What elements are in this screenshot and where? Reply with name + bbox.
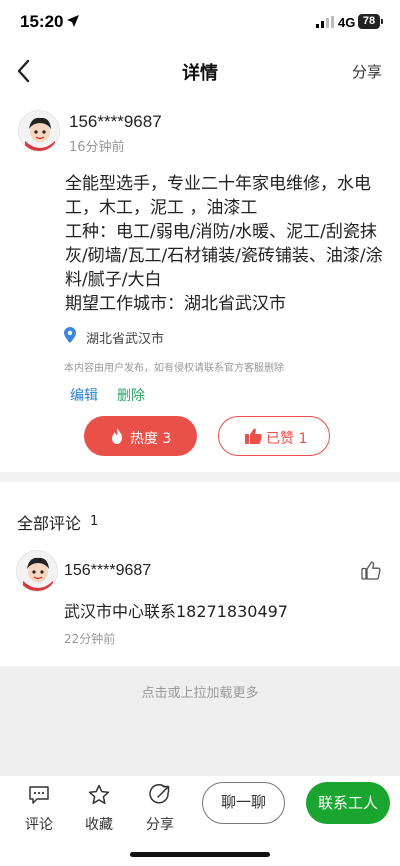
favorite-button[interactable]: 收藏	[79, 782, 119, 833]
status-bar: 15:20 4G 78	[0, 0, 400, 46]
share-label: 分享	[146, 817, 174, 833]
network-type: 4G	[338, 15, 356, 30]
comments-heading: 全部评论	[17, 514, 82, 533]
flame-icon	[112, 427, 122, 444]
status-time: 15:20	[20, 12, 64, 31]
avatar[interactable]	[18, 110, 60, 152]
avatar[interactable]	[16, 550, 58, 592]
avatar-cartoon-icon	[17, 551, 57, 591]
nav-bar: 详情 分享	[0, 46, 400, 96]
comment-username: 156****9687	[64, 562, 152, 579]
edit-button[interactable]: 编辑	[70, 385, 98, 405]
comments-count: 1	[90, 514, 99, 529]
disclaimer: 本内容由用户发布，如有侵权请联系官方客服删除	[64, 363, 284, 374]
signal-icon	[316, 16, 334, 28]
post-content: 全能型选手，专业二十年家电维修，水电工，木工，泥工 ，油漆工 工种：电工/弱电/…	[65, 172, 387, 316]
thumbs-up-icon[interactable]	[361, 561, 381, 580]
location-text: 湖北省武汉市	[86, 332, 165, 347]
comment-time: 22分钟前	[64, 632, 116, 646]
page-title: 详情	[182, 63, 218, 84]
comment-label: 评论	[25, 817, 53, 833]
comment-button[interactable]: 评论	[19, 782, 59, 833]
favorite-label: 收藏	[85, 817, 113, 833]
chat-button[interactable]: 聊一聊	[202, 782, 285, 824]
avatar-cartoon-icon	[19, 111, 59, 151]
hot-button[interactable]: 热度 3	[84, 416, 197, 456]
hot-label: 热度 3	[130, 431, 172, 447]
battery-tip	[381, 19, 383, 24]
location-arrow-icon	[67, 15, 79, 27]
share-link[interactable]: 分享	[352, 61, 382, 82]
battery-icon: 78	[358, 14, 380, 29]
load-more-link[interactable]: 点击或上拉加载更多	[0, 682, 400, 701]
post-line: 工种：电工/弱电/消防/水暖、泥工/刮瓷抹灰/砌墙/瓦工/石材铺装/瓷砖铺装、油…	[65, 222, 383, 290]
section-divider	[0, 472, 400, 482]
post-time: 16分钟前	[69, 140, 125, 155]
thumbs-up-icon	[245, 428, 262, 444]
contact-worker-button[interactable]: 联系工人	[306, 782, 390, 824]
post-username: 156****9687	[69, 112, 162, 131]
comment-icon	[29, 786, 49, 804]
like-label: 已赞 1	[266, 431, 308, 447]
post-line: 期望工作城市：湖北省武汉市	[65, 294, 286, 314]
comment-text: 武汉市中心联系18271830497	[64, 602, 288, 621]
post-line: 全能型选手，专业二十年家电维修，水电工，木工，泥工 ，油漆工	[65, 174, 371, 218]
delete-button[interactable]: 删除	[117, 385, 145, 405]
like-button[interactable]: 已赞 1	[218, 416, 330, 456]
home-indicator	[130, 852, 270, 857]
share-icon	[149, 784, 170, 804]
star-icon	[88, 784, 110, 805]
share-button[interactable]: 分享	[140, 782, 180, 833]
location-pin-icon	[64, 327, 76, 343]
